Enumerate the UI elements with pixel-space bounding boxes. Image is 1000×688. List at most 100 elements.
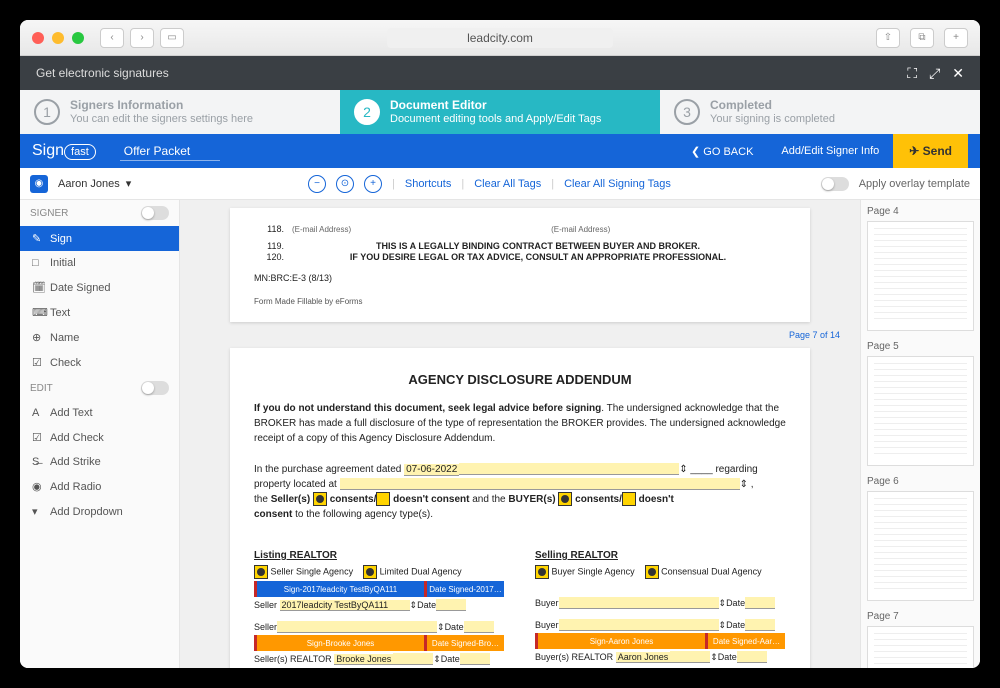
left-sidebar: SIGNER ✎Sign □Initial 🗓Date Signed ⌨Text…	[20, 200, 180, 668]
sidebar-item-add-text[interactable]: AAdd Text	[20, 401, 179, 425]
step-3[interactable]: 3 CompletedYour signing is completed	[660, 90, 980, 134]
thumbnail-page-6[interactable]: Page 6	[867, 476, 974, 601]
blank-field[interactable]	[459, 463, 679, 475]
selling-column: Selling REALTOR Buyer Single Agency Cons…	[535, 536, 786, 665]
listing-column: Listing REALTOR Seller Single Agency Lim…	[254, 536, 505, 665]
name-icon: ⊕	[32, 331, 44, 344]
thumbnail-panel: Page 4 Page 5 Page 6 Page 7	[860, 200, 980, 668]
signer-section-header: SIGNER	[20, 200, 179, 226]
calendar-icon: 🗓	[32, 281, 44, 294]
document-canvas[interactable]: 118.(E-mail Address)(E-mail Address) 119…	[180, 200, 860, 668]
overlay-label: Apply overlay template	[859, 178, 970, 190]
step-1[interactable]: 1 Signers InformationYou can edit the si…	[20, 90, 340, 134]
sidebar-item-date-signed[interactable]: 🗓Date Signed	[20, 275, 179, 300]
purchase-line: In the purchase agreement dated 07-06-20…	[254, 462, 786, 477]
modal-title: Get electronic signatures	[36, 66, 169, 80]
thumbnail-preview	[867, 626, 974, 668]
initial-icon: □	[32, 257, 44, 269]
traffic-lights	[32, 32, 84, 44]
add-text-icon: A	[32, 407, 44, 419]
sidebar-item-text[interactable]: ⌨Text	[20, 300, 179, 325]
page-7-bottom: 118.(E-mail Address)(E-mail Address) 119…	[230, 208, 810, 322]
sub-toolbar: ◉ Aaron Jones▾ − ⊙ + | Shortcuts | Clear…	[20, 168, 980, 200]
signer-toggle[interactable]	[141, 206, 169, 220]
property-line: property located at ⇕ ,	[254, 477, 786, 492]
property-field[interactable]	[340, 478, 740, 490]
back-button[interactable]: ‹	[100, 28, 124, 48]
new-tab-icon[interactable]: +	[944, 28, 968, 48]
sidebar-item-name[interactable]: ⊕Name	[20, 325, 179, 350]
zoom-out-button[interactable]: −	[308, 175, 326, 193]
sidebar-item-sign[interactable]: ✎Sign	[20, 226, 179, 251]
sign-tag-aaron[interactable]: Sign-Aaron Jones	[535, 633, 705, 649]
add-check-icon: ☑	[32, 431, 44, 444]
go-back-button[interactable]: ❮ GO BACK	[677, 145, 767, 158]
page-title: AGENCY DISCLOSURE ADDENDUM	[254, 372, 786, 387]
text-icon: ⌨	[32, 306, 44, 319]
seller-noconsent-radio[interactable]	[376, 492, 390, 506]
send-button[interactable]: ✈ Send	[893, 134, 968, 168]
compress-icon[interactable]: ⤢	[929, 65, 940, 82]
thumbnail-page-5[interactable]: Page 5	[867, 341, 974, 466]
zoom-reset-button[interactable]: ⊙	[336, 175, 354, 193]
clear-signing-tags-link[interactable]: Clear All Signing Tags	[564, 178, 671, 190]
strike-icon: S̶	[32, 456, 44, 468]
fillable-footer: Form Made Fillable by eForms	[254, 297, 786, 306]
forward-button[interactable]: ›	[130, 28, 154, 48]
toolbar: Signfast Offer Packet ❮ GO BACK Add/Edit…	[20, 134, 980, 168]
thumbnail-page-7[interactable]: Page 7	[867, 611, 974, 668]
document-name-input[interactable]: Offer Packet	[120, 142, 220, 161]
sign-tag[interactable]: Sign-2017leadcity TestByQA111	[254, 581, 424, 597]
edit-toggle[interactable]	[141, 381, 169, 395]
intro-paragraph: If you do not understand this document, …	[254, 401, 786, 446]
sidebar-item-add-strike[interactable]: S̶Add Strike	[20, 450, 179, 474]
sidebar-item-add-dropdown[interactable]: ▾Add Dropdown	[20, 499, 179, 524]
buyer-noconsent-radio[interactable]	[622, 492, 636, 506]
page-indicator: Page 7 of 14	[190, 330, 840, 340]
close-icon[interactable]: ✕	[952, 65, 964, 82]
step-number: 2	[354, 99, 380, 125]
date-signed-tag-brooke[interactable]: Date Signed-Bro…	[424, 635, 504, 651]
date-signed-tag-aaron[interactable]: Date Signed-Aar…	[705, 633, 785, 649]
thumbnail-page-4[interactable]: Page 4	[867, 206, 974, 331]
edit-section-header: EDIT	[20, 375, 179, 401]
clear-all-tags-link[interactable]: Clear All Tags	[474, 178, 541, 190]
tabs-icon[interactable]: ⧉	[910, 28, 934, 48]
form-code: MN:BRC:E-3 (8/13)	[254, 273, 786, 283]
sign-tag-brooke[interactable]: Sign-Brooke Jones	[254, 635, 424, 651]
sidebar-item-check[interactable]: ☑Check	[20, 350, 179, 375]
modal-header: Get electronic signatures ⛶ ⤢ ✕	[20, 56, 980, 90]
sidebar-item-add-radio[interactable]: ◉Add Radio	[20, 474, 179, 499]
sidebar-item-initial[interactable]: □Initial	[20, 251, 179, 275]
thumbnail-preview	[867, 221, 974, 331]
safari-window: ‹ › ▭ leadcity.com ⇧ ⧉ + Get electronic …	[20, 20, 980, 668]
bsa-radio[interactable]	[535, 565, 549, 579]
zoom-in-button[interactable]: +	[364, 175, 382, 193]
main-area: SIGNER ✎Sign □Initial 🗓Date Signed ⌨Text…	[20, 200, 980, 668]
sidebar-item-add-check[interactable]: ☑Add Check	[20, 425, 179, 450]
seller-consent-radio[interactable]	[313, 492, 327, 506]
user-dropdown[interactable]: Aaron Jones▾	[58, 177, 188, 190]
close-window-icon[interactable]	[32, 32, 44, 44]
shortcuts-link[interactable]: Shortcuts	[405, 178, 451, 190]
date-signed-tag[interactable]: Date Signed-2017…	[424, 581, 504, 597]
minimize-window-icon[interactable]	[52, 32, 64, 44]
pen-icon: ✎	[32, 232, 44, 245]
maximize-window-icon[interactable]	[72, 32, 84, 44]
sidebar-toggle-icon[interactable]: ▭	[160, 28, 184, 48]
lda-radio[interactable]	[363, 565, 377, 579]
cda-radio[interactable]	[645, 565, 659, 579]
thumbnail-preview	[867, 356, 974, 466]
step-2[interactable]: 2 Document EditorDocument editing tools …	[340, 90, 660, 134]
buyer-consent-radio[interactable]	[558, 492, 572, 506]
share-icon[interactable]: ⇧	[876, 28, 900, 48]
step-number: 1	[34, 99, 60, 125]
address-bar[interactable]: leadcity.com	[387, 28, 613, 48]
check-icon: ☑	[32, 356, 44, 369]
date-field[interactable]: 07-06-2022	[404, 464, 459, 476]
expand-icon[interactable]: ⛶	[907, 65, 917, 82]
radio-icon: ◉	[32, 480, 44, 493]
overlay-toggle[interactable]	[821, 177, 849, 191]
add-edit-signer-button[interactable]: Add/Edit Signer Info	[767, 145, 893, 157]
ssa-radio[interactable]	[254, 565, 268, 579]
